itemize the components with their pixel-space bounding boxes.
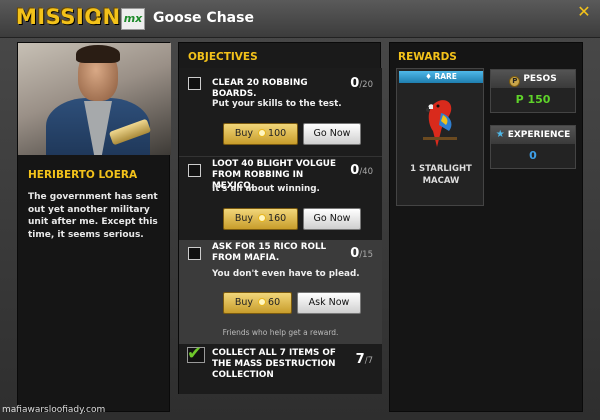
- coin-icon: [258, 214, 267, 222]
- go-now-button[interactable]: Go Now: [303, 208, 361, 230]
- macaw-icon: [413, 91, 469, 151]
- experience-header: ★ EXPERIENCE: [491, 126, 575, 144]
- objective-subtitle: You don't even have to plead.: [212, 269, 360, 279]
- rewards-title: REWARDS: [398, 51, 457, 63]
- objective-checkbox: [188, 164, 201, 177]
- mission-colon: :: [94, 5, 103, 29]
- character-portrait: [18, 43, 171, 155]
- ask-now-button[interactable]: Ask Now: [297, 292, 361, 314]
- mission-label: MISSION: [16, 5, 121, 29]
- dialog-header: MISSION : mx Goose Chase ✕: [0, 0, 600, 38]
- rarity-badge: ♦ RARE: [399, 71, 483, 83]
- mexico-logo: mx: [121, 8, 145, 30]
- mission-dialog: MISSION : mx Goose Chase ✕ HERIBERTO LOE…: [0, 0, 600, 420]
- character-panel: HERIBERTO LOERA The government has sent …: [17, 42, 171, 412]
- experience-value: 0: [529, 149, 537, 162]
- objective-text: ASK FOR 15 RICO ROLL FROM MAFIA.: [212, 242, 327, 263]
- character-description: The government has sent out yet another …: [28, 192, 158, 240]
- helper-text: Friends who help get a reward.: [222, 328, 339, 337]
- objective-item: CLEAR 20 ROBBING BOARDS. 0/20 Put your s…: [179, 68, 382, 156]
- objective-progress: 0/20: [350, 76, 373, 91]
- objective-progress: 0/40: [350, 163, 373, 178]
- character-name: HERIBERTO LOERA: [28, 169, 138, 181]
- coin-icon: [258, 129, 267, 137]
- rewards-panel: REWARDS ♦ RARE 1 STARLIGHT MACAW P PESOS …: [389, 42, 583, 412]
- buy-button[interactable]: Buy 100: [223, 123, 298, 145]
- objectives-panel: OBJECTIVES CLEAR 20 ROBBING BOARDS. 0/20…: [178, 42, 382, 394]
- objective-progress: 0/15: [350, 246, 373, 261]
- watermark: mafiawarsloofiady.com: [2, 405, 106, 415]
- pesos-header: P PESOS: [491, 70, 575, 88]
- objective-subtitle: It's all about winning.: [212, 184, 320, 194]
- objective-item: LOOT 40 BLIGHT VOLGUE FROM ROBBING IN ME…: [179, 156, 382, 240]
- objective-checkbox: [188, 247, 201, 260]
- close-icon[interactable]: ✕: [576, 4, 592, 20]
- objective-text: COLLECT ALL 7 ITEMS OF THE MASS DESTRUCT…: [212, 348, 336, 380]
- mission-name: Goose Chase: [153, 10, 254, 26]
- coin-icon: [258, 298, 267, 306]
- objective-item-completed: ✔ COLLECT ALL 7 ITEMS OF THE MASS DESTRU…: [179, 343, 382, 394]
- objective-subtitle: Put your skills to the test.: [212, 99, 342, 109]
- reward-item-card: ♦ RARE 1 STARLIGHT MACAW: [396, 68, 484, 206]
- objective-progress: 7/7: [355, 352, 373, 367]
- check-icon: ✔: [187, 343, 203, 364]
- experience-reward: ★ EXPERIENCE 0: [490, 125, 576, 169]
- buy-button[interactable]: Buy 160: [223, 208, 298, 230]
- reward-item-name: 1 STARLIGHT MACAW: [410, 164, 472, 186]
- diamond-icon: ♦: [425, 72, 432, 81]
- buy-button[interactable]: Buy 60: [223, 292, 292, 314]
- objective-text: CLEAR 20 ROBBING BOARDS.: [212, 78, 308, 99]
- go-now-button[interactable]: Go Now: [303, 123, 361, 145]
- objective-checkbox: [188, 77, 201, 90]
- objective-item: ASK FOR 15 RICO ROLL FROM MAFIA. 0/15 Yo…: [179, 240, 382, 344]
- pesos-reward: P PESOS P 150: [490, 69, 576, 113]
- objectives-title: OBJECTIVES: [188, 51, 258, 63]
- star-icon: ★: [495, 129, 505, 140]
- pesos-icon: P: [509, 76, 521, 87]
- pesos-value: P 150: [515, 93, 551, 106]
